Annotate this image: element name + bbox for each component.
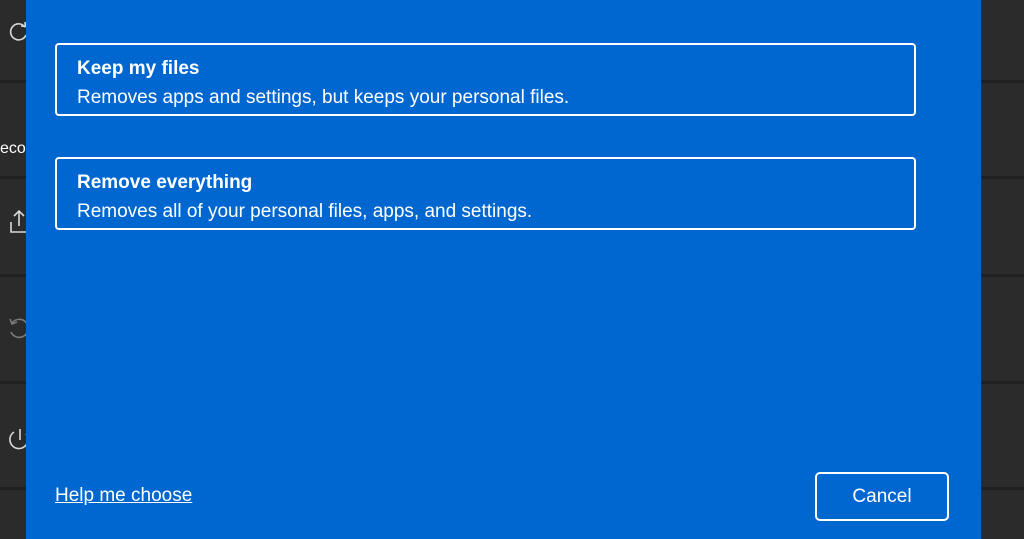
divider [0,80,26,83]
keep-my-files-option[interactable]: Keep my files Removes apps and settings,… [55,43,916,116]
help-me-choose-link[interactable]: Help me choose [55,485,192,507]
divider [981,381,1024,384]
option-description: Removes all of your personal files, apps… [77,201,533,222]
power-restart-icon [8,426,26,450]
divider [981,176,1024,179]
divider [981,80,1024,83]
option-description: Removes apps and settings, but keeps you… [77,87,570,108]
divider [0,487,26,490]
divider [981,274,1024,277]
option-title: Remove everything [77,172,253,193]
settings-right-strip [981,0,1024,539]
option-title: Keep my files [77,58,200,79]
setting-label-partial: eco [0,140,26,157]
go-back-icon [8,316,26,340]
reset-pc-dialog: Keep my files Removes apps and settings,… [26,0,981,539]
cancel-button[interactable]: Cancel [815,472,949,521]
remove-everything-option[interactable]: Remove everything Removes all of your pe… [55,157,916,230]
divider [0,381,26,384]
settings-left-strip: eco [0,0,26,539]
divider [0,274,26,277]
divider [981,487,1024,490]
upload-recovery-icon [8,208,26,233]
sync-icon [8,20,26,44]
divider [0,176,26,179]
